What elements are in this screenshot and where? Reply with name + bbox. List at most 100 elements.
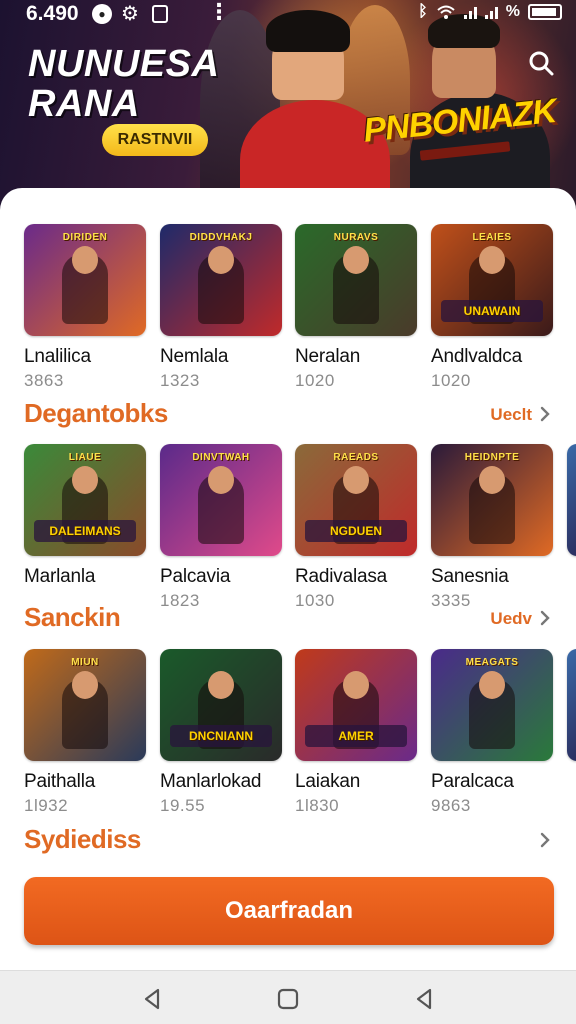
thumbnail-banner: UNAWAIN [441, 300, 543, 322]
game-card[interactable]: HEIDNPTE Sanesnia 3335 [431, 444, 555, 612]
thumbnail-label: HEIDNPTE [464, 452, 520, 463]
game-card[interactable]: NURAVS Neralan 1020 [295, 224, 419, 392]
thumbnail-label: DIRIDEN [62, 232, 108, 243]
game-thumbnail[interactable]: MIUN [24, 649, 146, 761]
chevron-right-icon[interactable] [538, 405, 552, 423]
hero-title-line: RANA [28, 83, 140, 125]
status-right: ᛒ % [418, 3, 562, 21]
section-header: Degantobks Ueclt [0, 396, 576, 432]
more-dots-icon: ⋮ [208, 0, 230, 24]
game-thumbnail[interactable]: LIAUE DALEIMANS [24, 444, 146, 556]
game-card[interactable]: DNCNIANN Manlarlokad 19.55 [160, 649, 284, 817]
game-title: Paithalla [24, 771, 96, 792]
thumbnail-label: DIDDVHAKJ [189, 232, 253, 243]
game-thumbnail[interactable]: AMER [295, 649, 417, 761]
home-icon[interactable] [276, 987, 300, 1011]
section-see-more[interactable]: Uedv [490, 609, 532, 629]
thumbnail-character-head [343, 671, 369, 699]
game-count: 1020 [295, 371, 335, 390]
game-card[interactable]: MIUN Paithalla 1l932 [24, 649, 148, 817]
primary-cta-button[interactable]: Oaarfradan [24, 877, 554, 945]
game-title: Laiakan [295, 771, 361, 792]
game-count: 1020 [431, 371, 471, 390]
thumbnail-character-head [72, 671, 98, 699]
thumbnail-character-head [72, 246, 98, 274]
game-title: Lnalilica [24, 346, 91, 367]
game-thumbnail[interactable]: DINVTWAH [160, 444, 282, 556]
section-see-more[interactable]: Ueclt [490, 405, 532, 425]
thumbnail-character-head [343, 466, 369, 494]
game-thumbnail[interactable]: NURAVS [295, 224, 417, 336]
settings-icon: ⚙ [121, 3, 139, 25]
game-thumbnail[interactable]: DIRIDEN [24, 224, 146, 336]
thumbnail-character-head [479, 671, 505, 699]
hero-title: NUNUESA RANA [28, 44, 219, 124]
recents-icon[interactable] [412, 987, 436, 1011]
section-title: Sanckin [24, 602, 121, 632]
status-bar: 6.490 ● ⚙ ⋮ ᛒ % [0, 0, 576, 30]
hero-badge-button[interactable]: RASTNVII [102, 124, 208, 156]
game-card[interactable]: RAEADS NGDUEN Radivalasa 1030 [295, 444, 419, 612]
game-row-featured: DIRIDEN Lnalilica 3863 DIDDVHAKJ Nemlala 1323… [0, 224, 576, 394]
search-icon[interactable] [528, 50, 554, 76]
thumbnail-banner: DNCNIANN [170, 725, 272, 747]
thumbnail-character-head [343, 246, 369, 274]
chevron-right-icon[interactable] [538, 831, 552, 849]
game-count: 9863 [431, 796, 471, 815]
game-card[interactable]: DINVTWAH Palcavia 1823 [160, 444, 284, 612]
thumbnail-character-head [208, 466, 234, 494]
game-thumbnail[interactable]: LEAIES UNAWAIN [431, 224, 553, 336]
notification-icon: ● [92, 4, 112, 24]
bluetooth-icon: ᛒ [418, 3, 428, 20]
game-card[interactable]: DIRIDEN Lnalilica 3863 [24, 224, 148, 392]
hero-banner[interactable]: 6.490 ● ⚙ ⋮ ᛒ % NUNUESA RANA RASTNVII PN… [0, 0, 576, 215]
battery-icon [528, 4, 562, 20]
thumbnail-banner: NGDUEN [305, 520, 407, 542]
game-count: 1323 [160, 371, 200, 390]
game-row: LIAUE DALEIMANS Marlanla DINVTWAH Palcavia 18… [0, 444, 576, 614]
game-count: 19.55 [160, 796, 206, 815]
thumbnail-character-head [208, 671, 234, 699]
game-count: 1l932 [24, 796, 69, 815]
status-time: 6.490 [26, 2, 79, 25]
game-thumbnail[interactable]: MEAGATS [431, 649, 553, 761]
game-card[interactable]: DIDDVHAKJ Nemlala 1323 [160, 224, 284, 392]
game-title: Radivalasa [295, 566, 387, 587]
thumbnail-label: MEAGATS [465, 657, 519, 668]
thumbnail-label: NURAVS [333, 232, 379, 243]
game-thumbnail[interactable]: HEIDNPTE [431, 444, 553, 556]
back-icon[interactable] [140, 987, 164, 1011]
thumbnail-label: RAEADS [333, 452, 379, 463]
thumbnail-character-head [479, 246, 505, 274]
thumbnail-label: LEAIES [472, 232, 512, 243]
game-card[interactable]: AMER Laiakan 1l830 [295, 649, 419, 817]
game-count: 3863 [24, 371, 64, 390]
signal-icon [463, 5, 477, 19]
section-header: Sanckin Uedv [0, 600, 576, 636]
thumbnail-character-head [479, 466, 505, 494]
system-nav-bar [0, 970, 576, 1024]
game-title: Marlanla [24, 566, 96, 587]
game-title: Andlvaldca [431, 346, 522, 367]
thumbnail-label: LIAUE [68, 452, 102, 463]
thumbnail-label: MIUN [71, 657, 99, 668]
calendar-icon [152, 5, 168, 23]
thumbnail-character-head [208, 246, 234, 274]
game-thumbnail[interactable]: DIDDVHAKJ [160, 224, 282, 336]
wifi-icon [437, 5, 455, 19]
game-thumbnail-peek[interactable] [567, 444, 576, 556]
game-title: Manlarlokad [160, 771, 262, 792]
game-title: Palcavia [160, 566, 231, 587]
game-thumbnail[interactable]: RAEADS NGDUEN [295, 444, 417, 556]
game-title: Paralcaca [431, 771, 514, 792]
section-title: Sydiediss [24, 824, 141, 854]
game-card[interactable]: MEAGATS Paralcaca 9863 [431, 649, 555, 817]
chevron-right-icon[interactable] [538, 609, 552, 627]
game-thumbnail[interactable]: DNCNIANN [160, 649, 282, 761]
battery-percent: % [505, 3, 520, 20]
game-card[interactable]: LIAUE DALEIMANS Marlanla [24, 444, 148, 612]
game-thumbnail-peek[interactable] [567, 649, 576, 761]
section-header: Sydiediss [0, 822, 576, 858]
game-card[interactable]: LEAIES UNAWAIN Andlvaldca 1020 [431, 224, 555, 392]
game-count: 1l830 [295, 796, 340, 815]
